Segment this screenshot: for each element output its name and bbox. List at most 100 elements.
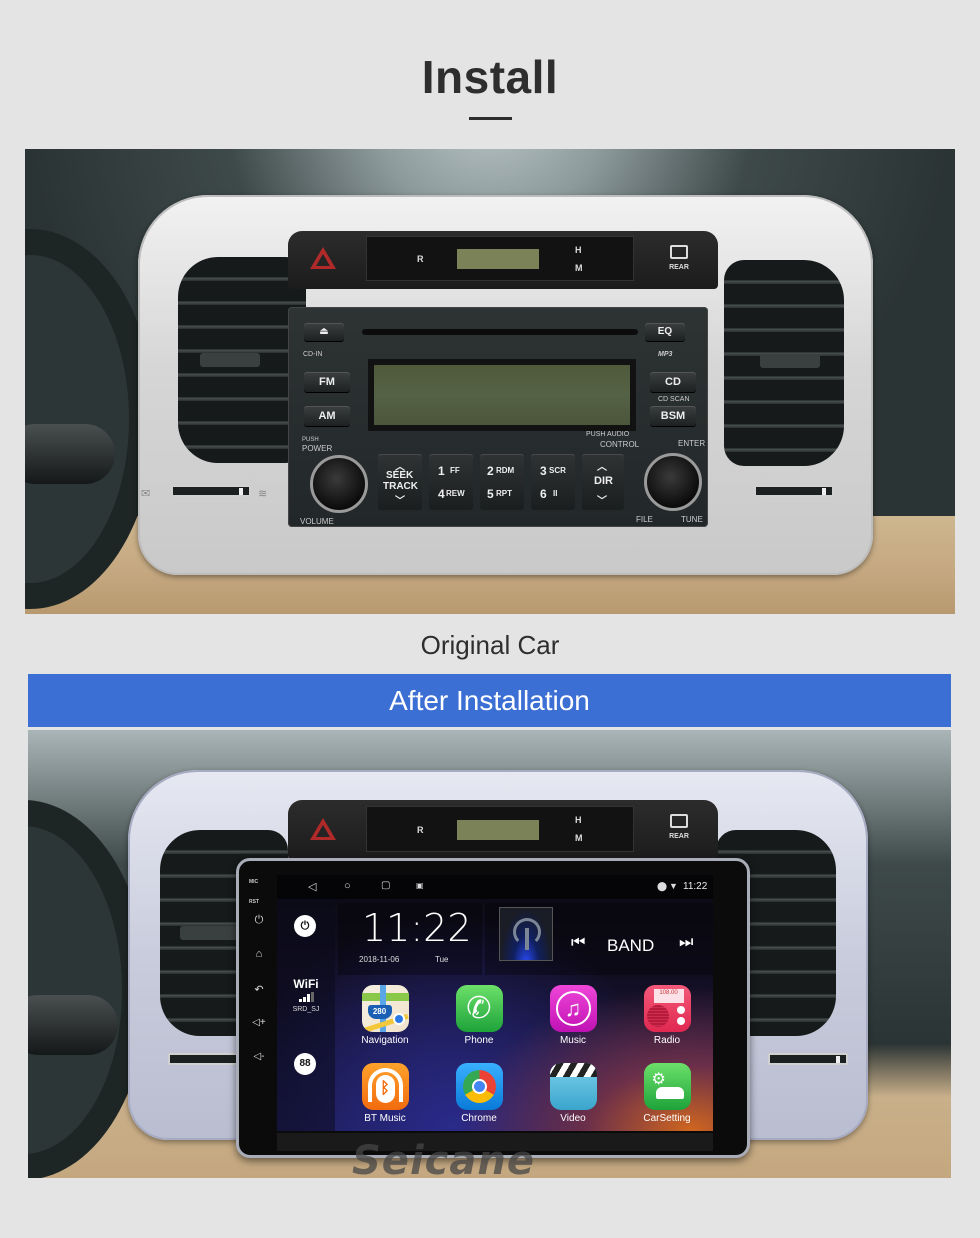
radio-lcd	[368, 359, 636, 431]
left-air-vent	[178, 257, 306, 463]
app-radio[interactable]: 108.00 Radio	[632, 985, 702, 1046]
cd-button[interactable]: CD	[650, 372, 696, 392]
clock-widget[interactable]: 11:22 2018-11-06 Tue	[338, 903, 482, 975]
after-installation-banner: After Installation	[28, 674, 951, 727]
clock-label-r: R	[417, 825, 424, 835]
radio-widget: ⏮ BAND ⏭	[485, 903, 713, 975]
car-setting-icon: ⚙	[643, 1063, 691, 1110]
volume-down-icon[interactable]: ◁-	[251, 1051, 267, 1062]
app-label: Radio	[653, 1035, 681, 1046]
app-phone[interactable]: ✆ Phone	[444, 985, 514, 1046]
location-icon: ⬤	[657, 881, 668, 891]
power-label: POWER	[302, 444, 333, 453]
app-music[interactable]: ♫ Music	[538, 985, 608, 1046]
skip-next-icon[interactable]: ⏭	[679, 934, 693, 952]
radio-icon: 108.00	[643, 985, 691, 1032]
band-button[interactable]: BAND	[607, 936, 654, 956]
power-icon[interactable]: ⏻	[251, 914, 267, 927]
app-navigation[interactable]: 280 Navigation	[350, 985, 420, 1046]
preset-2-5-button[interactable]: 2 RDM 5 RPT	[480, 454, 524, 510]
factory-radio: ⏏ EQ CD-IN MP3 FM AM CD CD SCAN BSM PUSH…	[288, 307, 708, 527]
dir-label: DIR	[594, 475, 613, 487]
back-icon[interactable]: ↶	[251, 983, 267, 996]
navigation-icon: 280	[361, 985, 409, 1032]
preset-1-4-button[interactable]: 1 FF 4 REW	[429, 454, 473, 510]
preset-number: 4	[438, 487, 445, 501]
app-chrome[interactable]: Chrome	[444, 1063, 514, 1124]
eq-button[interactable]: EQ	[645, 323, 685, 341]
track-label: TRACK	[383, 481, 418, 492]
tune-label: TUNE	[681, 515, 703, 524]
title-underline	[469, 117, 512, 120]
original-car-photo: ✉ ≋ R H M REAR ⏏ EQ CD-IN MP3 FM AM CD C…	[25, 149, 955, 614]
right-vent-slider	[754, 485, 834, 497]
clock-label-r: R	[417, 254, 424, 264]
broadcast-icon	[513, 918, 541, 950]
clock-label-h: H	[575, 815, 582, 825]
right-air-vent	[724, 260, 844, 466]
app-car-setting[interactable]: ⚙ CarSetting	[632, 1063, 702, 1124]
preset-sub: FF	[450, 466, 460, 475]
wifi-signal-icon	[299, 992, 315, 1002]
preset-sub: II	[553, 489, 558, 498]
phone-icon: ✆	[455, 985, 503, 1032]
app-label: Music	[559, 1035, 587, 1046]
vent-tab	[180, 926, 240, 940]
screen-power-button[interactable]: ⏻	[294, 915, 316, 937]
radio-artwork[interactable]	[499, 907, 553, 961]
file-label: FILE	[636, 515, 653, 524]
tune-knob[interactable]	[644, 453, 702, 511]
volume-up-icon[interactable]: ◁+	[251, 1017, 267, 1028]
preset-number: 2	[487, 464, 494, 478]
vent-tab	[200, 353, 260, 367]
preset-3-6-button[interactable]: 3 SCR 6 II	[531, 454, 575, 510]
rear-defrost-icon	[670, 245, 688, 259]
clock-lcd	[457, 820, 539, 840]
hazard-icon	[310, 247, 336, 269]
page-title: Install	[421, 51, 559, 103]
vent-closed-icon: ✉	[141, 488, 151, 500]
wifi-ssid: SRD_SJ	[292, 1006, 320, 1013]
push-label: PUSH	[302, 437, 319, 443]
app-label: Phone	[464, 1035, 494, 1046]
status-bar: ◁ ○ ▢ ▣ ⬤ ▼ 11:22	[277, 875, 713, 899]
android-head-unit: MIC RST ⏻ ⌂ ↶ ◁+ ◁- ◁ ○ ▢ ▣ ⬤ ▼ 11:22 ⏻ …	[236, 858, 750, 1158]
screenshot-icon[interactable]: ▣	[416, 881, 424, 890]
am-button[interactable]: AM	[304, 406, 350, 426]
skip-previous-icon[interactable]: ⏮	[571, 934, 585, 952]
eject-button[interactable]: ⏏	[304, 323, 344, 341]
app-drawer-button[interactable]: 88	[294, 1053, 316, 1075]
volume-label: VOLUME	[300, 517, 334, 526]
nav-recents-icon[interactable]: ▢	[381, 880, 390, 891]
app-label: Video	[560, 1113, 586, 1124]
volume-knob[interactable]	[310, 455, 368, 513]
rear-defrost-icon	[670, 814, 688, 828]
left-widget-column: ⏻ WiFi SRD_SJ 88	[277, 899, 335, 1131]
clock-display: R H M	[366, 806, 634, 852]
clock-lcd	[457, 249, 539, 269]
wifi-title: WiFi	[293, 977, 319, 991]
preset-sub: RDM	[496, 466, 515, 475]
app-video[interactable]: Video	[538, 1063, 608, 1124]
clock-display: R H M	[366, 236, 634, 281]
brand-watermark: Seicane	[352, 1138, 535, 1184]
preset-number: 5	[487, 487, 494, 501]
dir-button[interactable]: ︿ DIR ﹀	[582, 454, 624, 510]
left-vent-slider	[171, 485, 251, 497]
clock-hazard-panel: R H M REAR	[288, 231, 718, 289]
enter-label: ENTER	[678, 439, 706, 448]
push-audio-label: PUSH AUDIO	[586, 431, 630, 438]
hazard-icon	[310, 818, 336, 840]
home-icon[interactable]: ⌂	[251, 948, 267, 960]
app-label: Chrome	[461, 1113, 497, 1124]
rst-button[interactable]: RST	[249, 899, 259, 905]
nav-home-icon[interactable]: ○	[344, 880, 351, 892]
mic-label: MIC	[249, 879, 259, 885]
bsm-button[interactable]: BSM	[650, 406, 696, 426]
video-icon	[549, 1063, 597, 1110]
app-bt-music[interactable]: ᛒ BT Music	[350, 1063, 420, 1124]
seek-track-button[interactable]: ︿ SEEK TRACK ﹀	[378, 454, 422, 510]
fm-button[interactable]: FM	[304, 372, 350, 392]
steering-stalk	[28, 995, 118, 1055]
nav-back-icon[interactable]: ◁	[308, 880, 316, 893]
